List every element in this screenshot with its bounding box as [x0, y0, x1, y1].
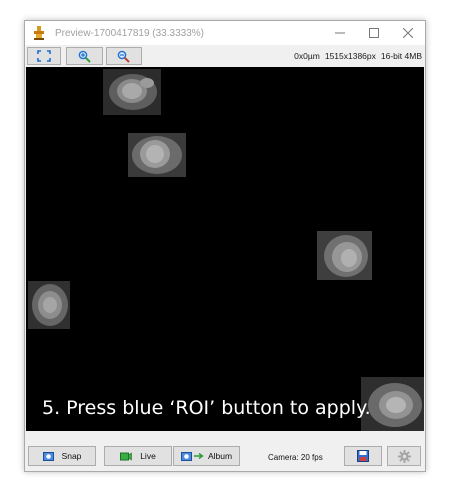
fit-to-window-button[interactable] — [27, 47, 61, 65]
bottom-bar: Snap Live Album Camera: 20 fps — [25, 441, 425, 471]
stage-position: 0x0µm — [294, 51, 320, 61]
album-label: Album — [207, 451, 233, 461]
cell-image — [128, 133, 186, 177]
zoom-out-button[interactable] — [106, 47, 142, 65]
image-info: 0x0µm 1515x1386px 16-bit 4MB — [289, 51, 422, 61]
camera-status: Camera: 20 fps — [268, 453, 323, 462]
album-button[interactable]: Album — [173, 446, 240, 466]
cell-image — [28, 281, 70, 329]
live-button[interactable]: Live — [104, 446, 172, 466]
close-icon — [403, 28, 413, 38]
camera-icon — [180, 452, 192, 461]
snap-button[interactable]: Snap — [28, 446, 96, 466]
minimize-button[interactable] — [323, 21, 357, 45]
live-label: Live — [140, 451, 156, 461]
window-title: Preview-1700417819 (33.3333%) — [55, 27, 204, 39]
gear-icon — [397, 449, 411, 463]
snap-label: Snap — [61, 451, 82, 461]
cell-image — [317, 231, 372, 280]
zoom-out-icon — [117, 50, 130, 63]
instruction-overlay: 5. Press blue ‘ROI’ button to apply. — [42, 397, 371, 419]
save-icon — [357, 450, 369, 462]
app-icon — [31, 25, 47, 41]
title-bar[interactable]: Preview-1700417819 (33.3333%) — [25, 21, 425, 45]
save-button[interactable] — [344, 446, 382, 466]
fullscreen-icon — [37, 50, 51, 62]
bit-depth: 16-bit 4MB — [380, 51, 422, 61]
window-controls — [323, 21, 425, 45]
maximize-icon — [369, 28, 379, 38]
toolbar: 0x0µm 1515x1386px 16-bit 4MB — [25, 46, 425, 66]
video-camera-icon — [120, 452, 133, 461]
zoom-in-button[interactable] — [66, 47, 103, 65]
settings-button[interactable] — [387, 446, 421, 466]
arrow-right-icon — [193, 452, 204, 460]
cell-image — [103, 69, 161, 115]
camera-icon — [42, 452, 54, 461]
image-viewport[interactable]: 5. Press blue ‘ROI’ button to apply. — [26, 67, 424, 431]
close-button[interactable] — [391, 21, 425, 45]
preview-window: Preview-1700417819 (33.3333%) 0x0µm 1515… — [24, 20, 426, 472]
zoom-in-icon — [78, 50, 91, 63]
image-dimensions: 1515x1386px — [324, 51, 376, 61]
maximize-button[interactable] — [357, 21, 391, 45]
minimize-icon — [335, 32, 345, 34]
